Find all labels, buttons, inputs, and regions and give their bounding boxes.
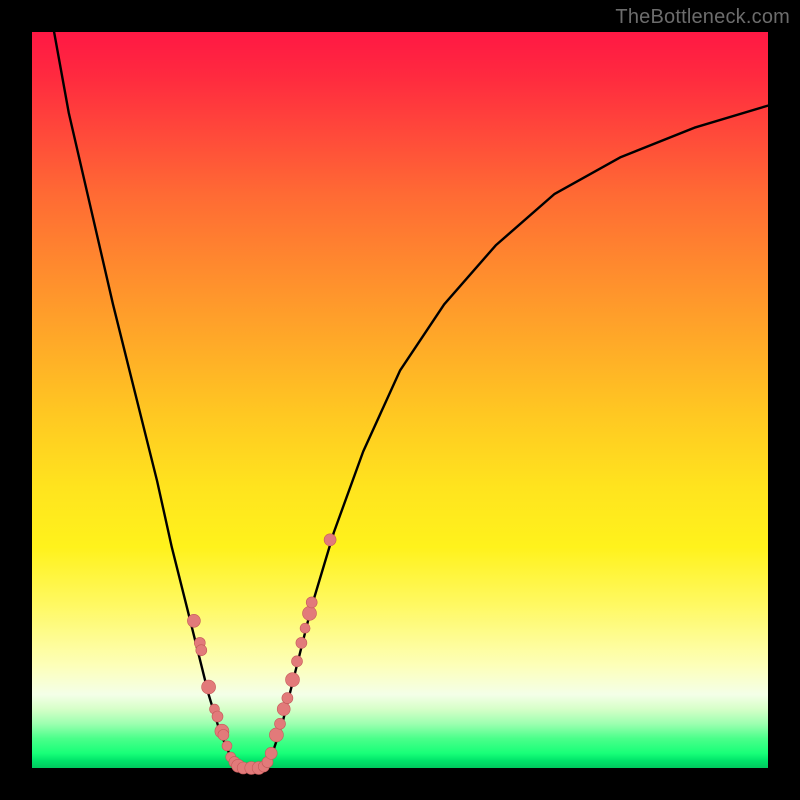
plot-background [32, 32, 768, 768]
watermark-text: TheBottleneck.com [615, 6, 790, 29]
chart-stage: TheBottleneck.com [0, 0, 800, 800]
bottom-border-strip [32, 768, 768, 800]
